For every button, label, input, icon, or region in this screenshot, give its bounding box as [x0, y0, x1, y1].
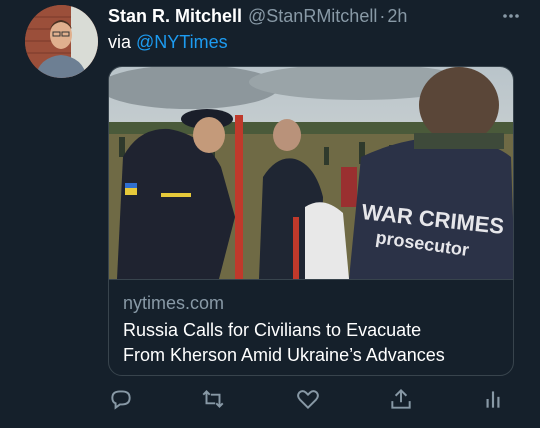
timestamp[interactable]: 2h [387, 6, 407, 27]
reply-icon[interactable] [108, 386, 134, 412]
tweet-text: via @NYTimes [108, 32, 228, 53]
heart-icon[interactable] [295, 386, 321, 412]
action-bar [108, 386, 508, 416]
mention-link[interactable]: @NYTimes [136, 32, 228, 52]
card-image[interactable]: WAR CRIMES prosecutor [109, 67, 513, 279]
card-title-line: From Kherson Amid Ukraine’s Advances [123, 345, 445, 365]
analytics-icon[interactable] [480, 386, 506, 412]
card-text[interactable]: nytimes.com Russia Calls for Civilians t… [109, 279, 513, 375]
tweet-header: Stan R. Mitchell @StanRMitchell · 2h [108, 5, 522, 27]
card-title-line: Russia Calls for Civilians to Evacuate [123, 320, 422, 340]
separator-dot: · [379, 5, 386, 26]
retweet-icon[interactable] [200, 386, 226, 412]
display-name[interactable]: Stan R. Mitchell [108, 6, 242, 27]
card-title: Russia Calls for Civilians to Evacuate F… [123, 318, 501, 368]
link-card[interactable]: WAR CRIMES prosecutor nytimes.com Russia… [108, 66, 514, 376]
card-domain: nytimes.com [123, 293, 225, 313]
via-prefix: via [108, 32, 132, 52]
share-icon[interactable] [388, 386, 414, 412]
user-handle[interactable]: @StanRMitchell [248, 6, 377, 27]
avatar-image [25, 5, 98, 78]
avatar[interactable] [25, 5, 98, 78]
more-options-icon[interactable] [500, 5, 522, 27]
